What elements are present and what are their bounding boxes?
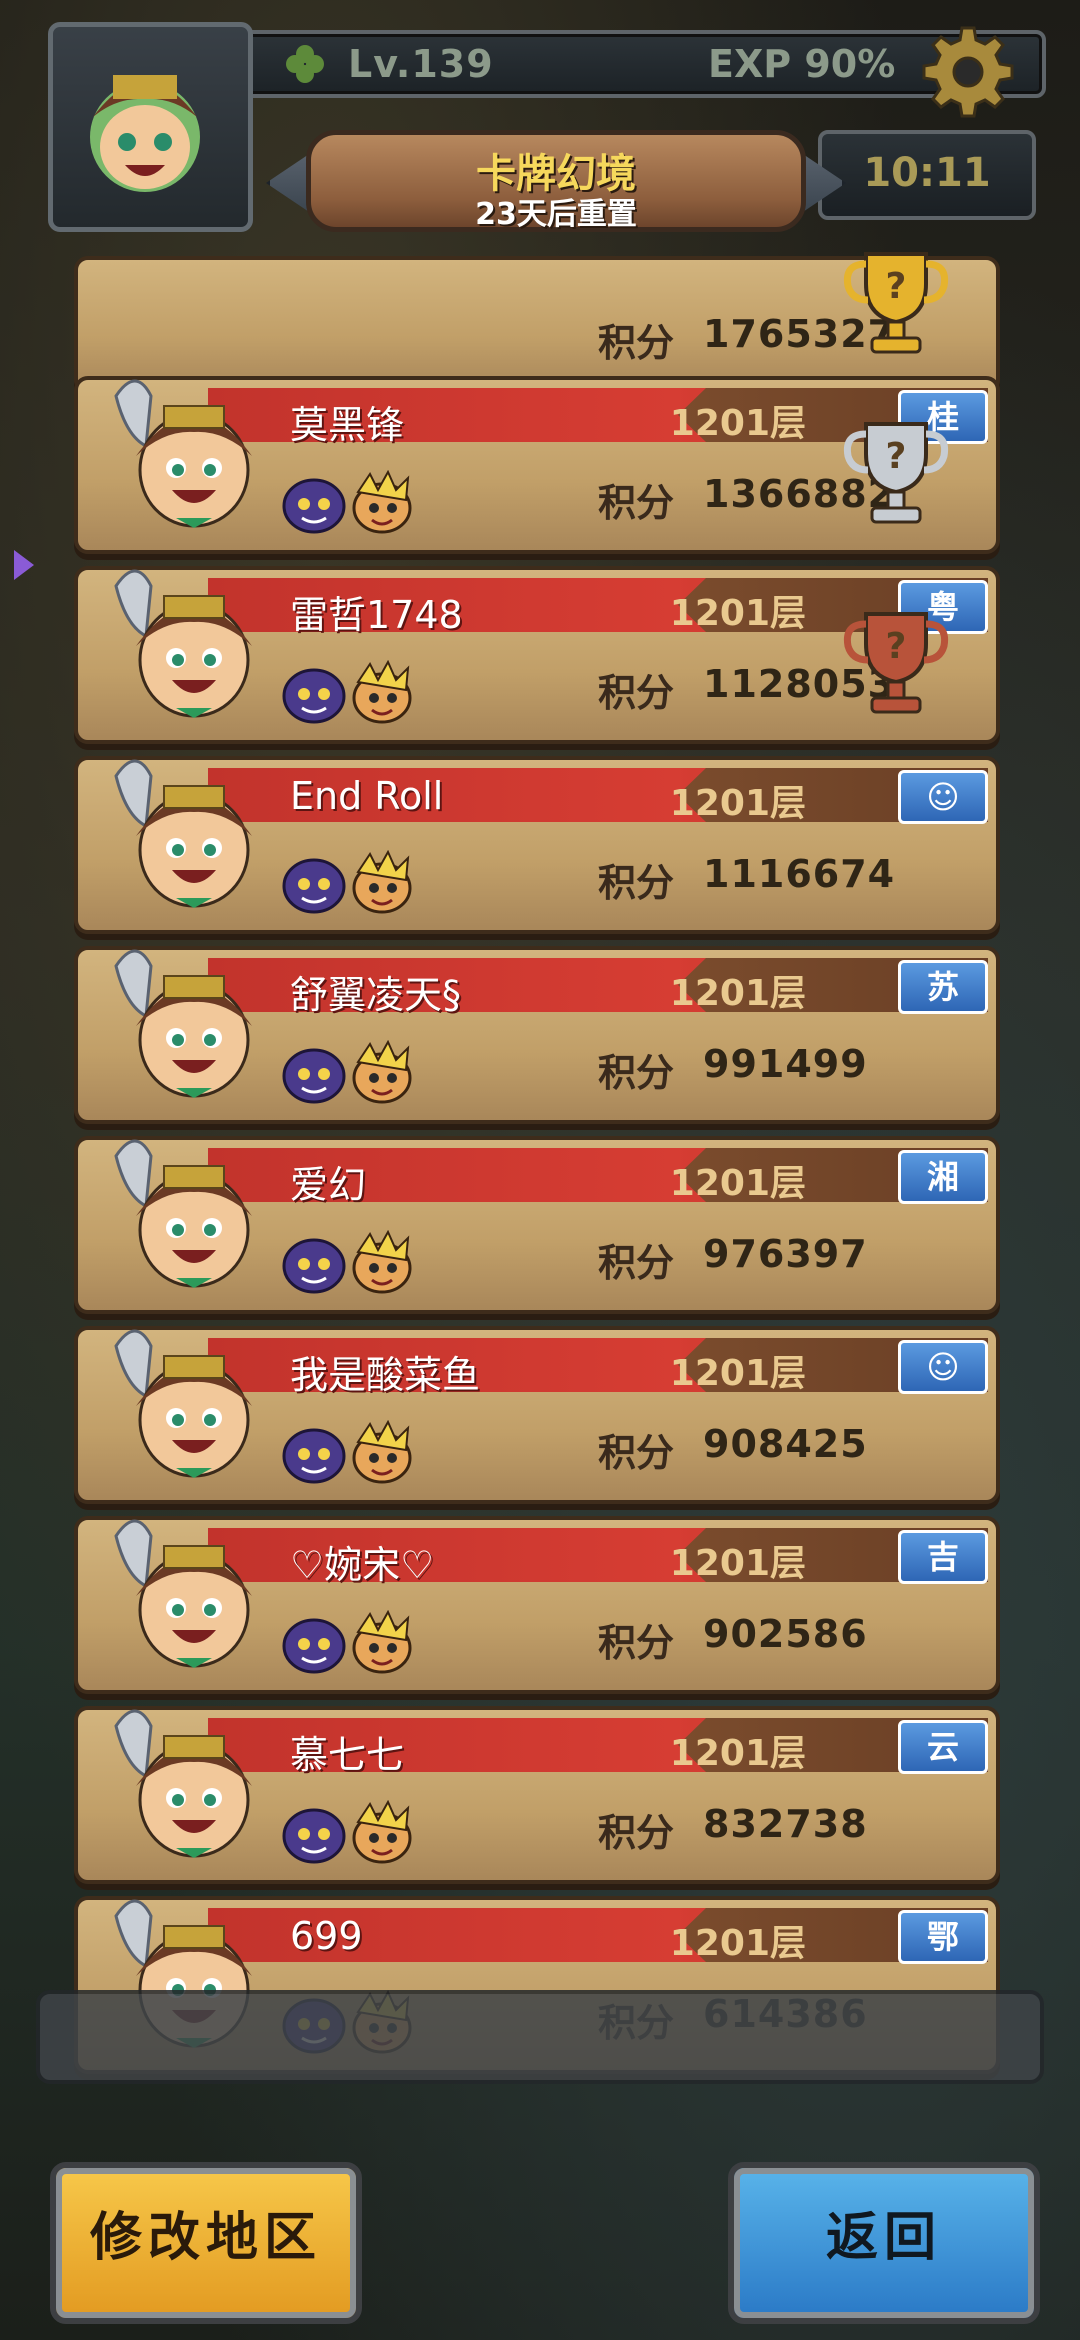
list-item[interactable]: ♡婉宋♡ 1201层 吉积分 902586 bbox=[74, 1516, 1000, 1694]
player-name: 慕七七 bbox=[290, 1733, 405, 1777]
region-badge: ☺ bbox=[898, 770, 988, 824]
player-name: 699 bbox=[290, 1914, 363, 1958]
list-item[interactable]: 我是酸菜鱼 1201层 ☺ 积分 908425 bbox=[74, 1326, 1000, 1504]
region-badge: 苏 bbox=[898, 960, 988, 1014]
floor-level: 1201层 bbox=[669, 783, 806, 824]
score-label: 积分 bbox=[598, 671, 675, 715]
pet-icon bbox=[282, 1428, 346, 1484]
score-label: 积分 bbox=[598, 861, 675, 905]
pet-icon bbox=[352, 1800, 412, 1864]
score-value: 1116674 bbox=[703, 852, 896, 896]
list-item[interactable]: End Roll 1201层 ☺ 积分 1116674 bbox=[74, 756, 1000, 934]
floor-level: 1201层 bbox=[669, 593, 806, 634]
pet-icon bbox=[282, 478, 346, 534]
list-item[interactable]: 爱幻 1201层 湘积分 976397 bbox=[74, 1136, 1000, 1314]
score-value: 908425 bbox=[703, 1422, 868, 1466]
pet-icon bbox=[352, 1610, 412, 1674]
player-name: 舒翼凌天§ bbox=[290, 973, 462, 1017]
pet-icon bbox=[352, 1040, 412, 1104]
list-item[interactable]: 雷哲1748 1201层 粤积分 1128053 ? bbox=[74, 566, 1000, 744]
player-name: 雷哲1748 bbox=[290, 593, 463, 637]
hero-avatar-icon bbox=[114, 949, 252, 1098]
score-label: 积分 bbox=[598, 1431, 675, 1475]
hero-avatar-icon bbox=[114, 569, 252, 718]
pet-icon bbox=[352, 1420, 412, 1484]
score-label: 积分 bbox=[598, 1621, 675, 1665]
hero-avatar-icon bbox=[114, 379, 252, 528]
floor-level: 1201层 bbox=[669, 403, 806, 444]
list-item[interactable]: 慕七七 1201层 云积分 832738 bbox=[74, 1706, 1000, 1884]
footer-self-rank-bar bbox=[36, 1990, 1044, 2084]
score-value: 902586 bbox=[703, 1612, 868, 1656]
pet-icon bbox=[282, 1048, 346, 1104]
region-badge: 吉 bbox=[898, 1530, 988, 1584]
gold-trophy-icon: ? bbox=[843, 252, 949, 354]
score-label: 积分 bbox=[598, 481, 675, 525]
floor-level: 1201层 bbox=[669, 973, 806, 1014]
list-item[interactable]: 莫黑锋 1201层 桂积分 1366882 ? bbox=[74, 376, 1000, 554]
floor-level: 1201层 bbox=[669, 1543, 806, 1584]
floor-level: 1201层 bbox=[669, 1733, 806, 1774]
player-name: End Roll bbox=[290, 774, 444, 818]
pet-icon bbox=[282, 1618, 346, 1674]
region-badge: 湘 bbox=[898, 1150, 988, 1204]
pet-icon bbox=[352, 1230, 412, 1294]
region-badge: 鄂 bbox=[898, 1910, 988, 1964]
region-badge: 云 bbox=[898, 1720, 988, 1774]
floor-level: 1201层 bbox=[669, 1923, 806, 1964]
bronze-trophy-icon: ? bbox=[843, 612, 949, 714]
hero-avatar-icon bbox=[114, 1519, 252, 1668]
pet-icon bbox=[282, 668, 346, 724]
score-label: 积分 bbox=[598, 1051, 675, 1095]
change-region-button[interactable]: 修改地区 bbox=[50, 2162, 362, 2324]
floor-level: 1201层 bbox=[669, 1163, 806, 1204]
score-value: 976397 bbox=[703, 1232, 868, 1276]
score-value: 832738 bbox=[703, 1802, 868, 1846]
svg-text:?: ? bbox=[886, 266, 907, 307]
svg-text:?: ? bbox=[886, 436, 907, 477]
pet-icon bbox=[282, 858, 346, 914]
svg-text:?: ? bbox=[886, 626, 907, 667]
hero-avatar-icon bbox=[114, 1329, 252, 1478]
score-value: 991499 bbox=[703, 1042, 868, 1086]
score-label: 积分 bbox=[598, 1241, 675, 1285]
region-badge: ☺ bbox=[898, 1340, 988, 1394]
score-label: 积分 bbox=[598, 1811, 675, 1855]
list-item[interactable]: 舒翼凌天§ 1201层 苏积分 991499 bbox=[74, 946, 1000, 1124]
score-label: 积分 bbox=[598, 321, 675, 365]
player-name: 莫黑锋 bbox=[290, 403, 405, 447]
pet-icon bbox=[352, 850, 412, 914]
hero-avatar-icon bbox=[114, 1709, 252, 1858]
pet-icon bbox=[282, 1238, 346, 1294]
pet-icon bbox=[352, 470, 412, 534]
floor-level: 1201层 bbox=[669, 1353, 806, 1394]
back-button[interactable]: 返回 bbox=[728, 2162, 1040, 2324]
pet-icon bbox=[352, 660, 412, 724]
ranking-list[interactable]: 积分 1765327 ? 莫黑锋 1201层 桂积分 1366882 ? 雷哲1… bbox=[0, 0, 1080, 2340]
pet-icon bbox=[282, 1808, 346, 1864]
player-name: 爱幻 bbox=[290, 1163, 367, 1207]
hero-avatar-icon bbox=[114, 759, 252, 908]
player-name: 我是酸菜鱼 bbox=[290, 1353, 481, 1397]
hero-avatar-icon bbox=[114, 1139, 252, 1288]
player-name: ♡婉宋♡ bbox=[290, 1543, 435, 1587]
silver-trophy-icon: ? bbox=[843, 422, 949, 524]
